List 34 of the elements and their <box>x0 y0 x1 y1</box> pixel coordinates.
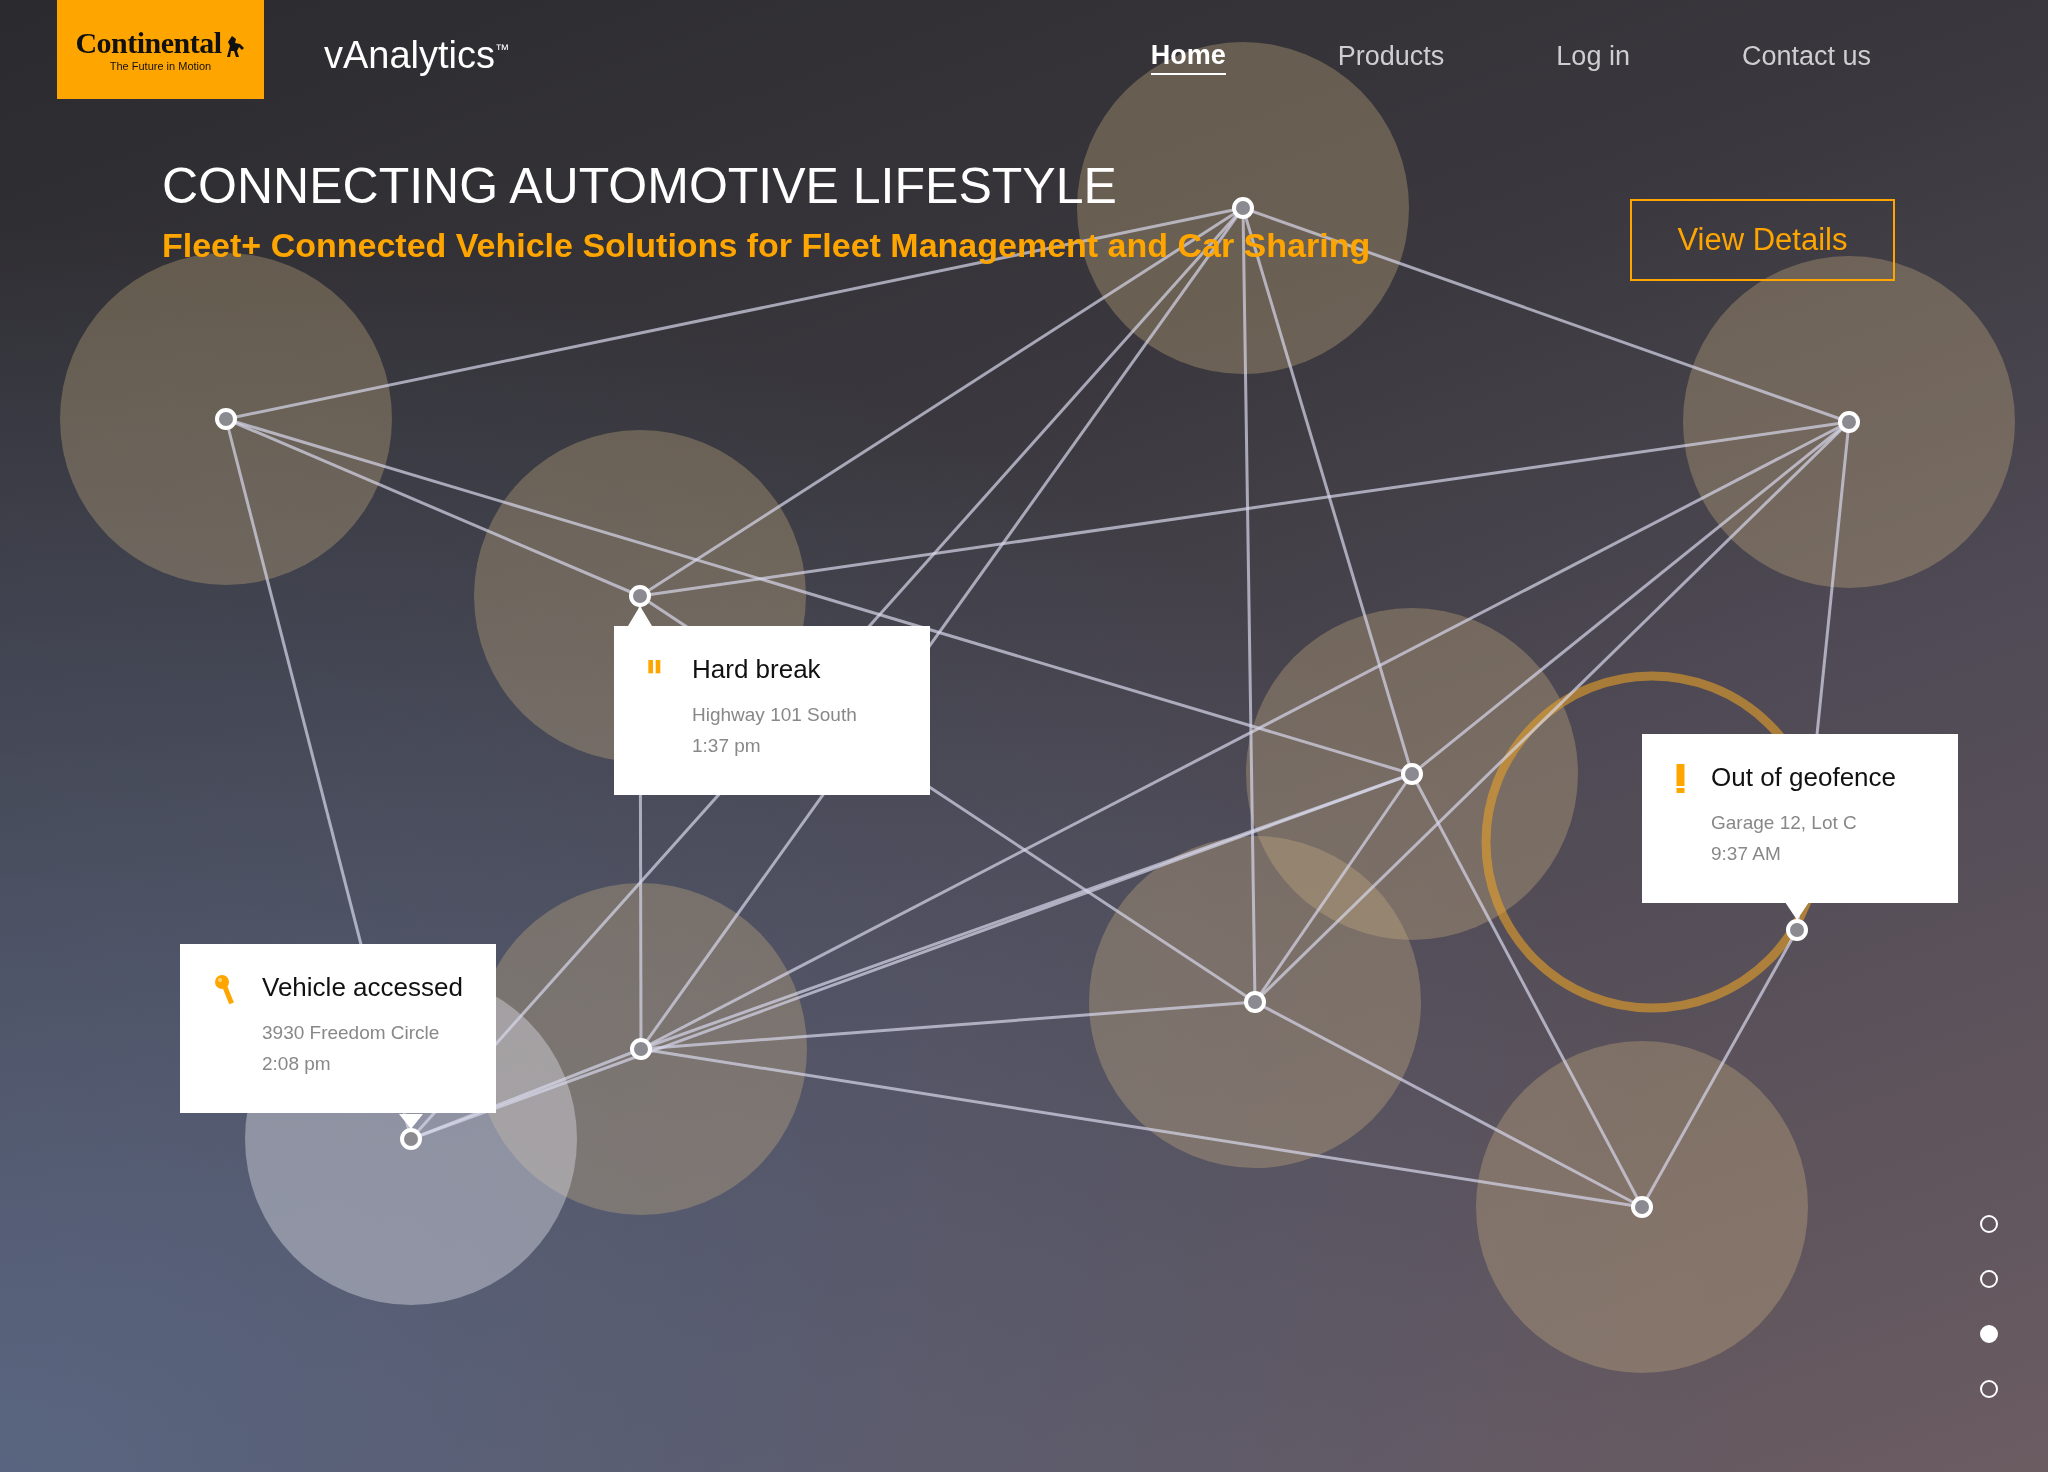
key-icon <box>214 974 236 1006</box>
exclamation-icon <box>1676 764 1685 794</box>
node-marker <box>1232 197 1254 219</box>
pager-dot[interactable] <box>1980 1270 1998 1288</box>
logo-wordmark: Continental <box>75 27 222 58</box>
pager-dot[interactable] <box>1980 1215 1998 1233</box>
event-title: Hard break <box>692 654 822 685</box>
node-marker <box>1631 1196 1653 1218</box>
product-name: vAnalytics$^{™}$ <box>324 34 510 77</box>
node-marker <box>1244 991 1266 1013</box>
node-marker <box>215 408 237 430</box>
logo-tagline: The Future in Motion <box>109 59 212 72</box>
pager-dot[interactable] <box>1980 1380 1998 1398</box>
event-location: Highway 101 South <box>692 703 857 727</box>
node-marker <box>629 585 651 607</box>
logo[interactable]: Continental The Future in Motion <box>57 0 264 99</box>
hero-title: CONNECTING AUTOMOTIVE LIFESTYLE <box>162 161 1117 211</box>
event-time: 1:37 pm <box>692 734 762 758</box>
node-marker <box>630 1038 652 1060</box>
event-time: 9:37 AM <box>1711 842 1782 866</box>
nav-link[interactable]: Home <box>1150 40 1226 75</box>
node-marker <box>1838 411 1860 433</box>
nav-link[interactable]: Log in <box>1556 40 1630 75</box>
event-location: 3930 Freedom Circle <box>262 1021 441 1045</box>
node-marker <box>1401 763 1423 785</box>
node-marker <box>400 1128 422 1150</box>
event-title: Out of geofence <box>1711 762 1897 793</box>
event-title: Vehicle accessed <box>262 972 463 1003</box>
view-details-button[interactable]: View Details <box>1630 199 1895 281</box>
nav-link[interactable]: Products <box>1337 40 1445 75</box>
nav-link[interactable]: Contact us <box>1741 40 1871 75</box>
event-location: Garage 12, Lot C <box>1711 811 1858 835</box>
event-time: 2:08 pm <box>262 1052 332 1076</box>
node-marker <box>1786 919 1808 941</box>
